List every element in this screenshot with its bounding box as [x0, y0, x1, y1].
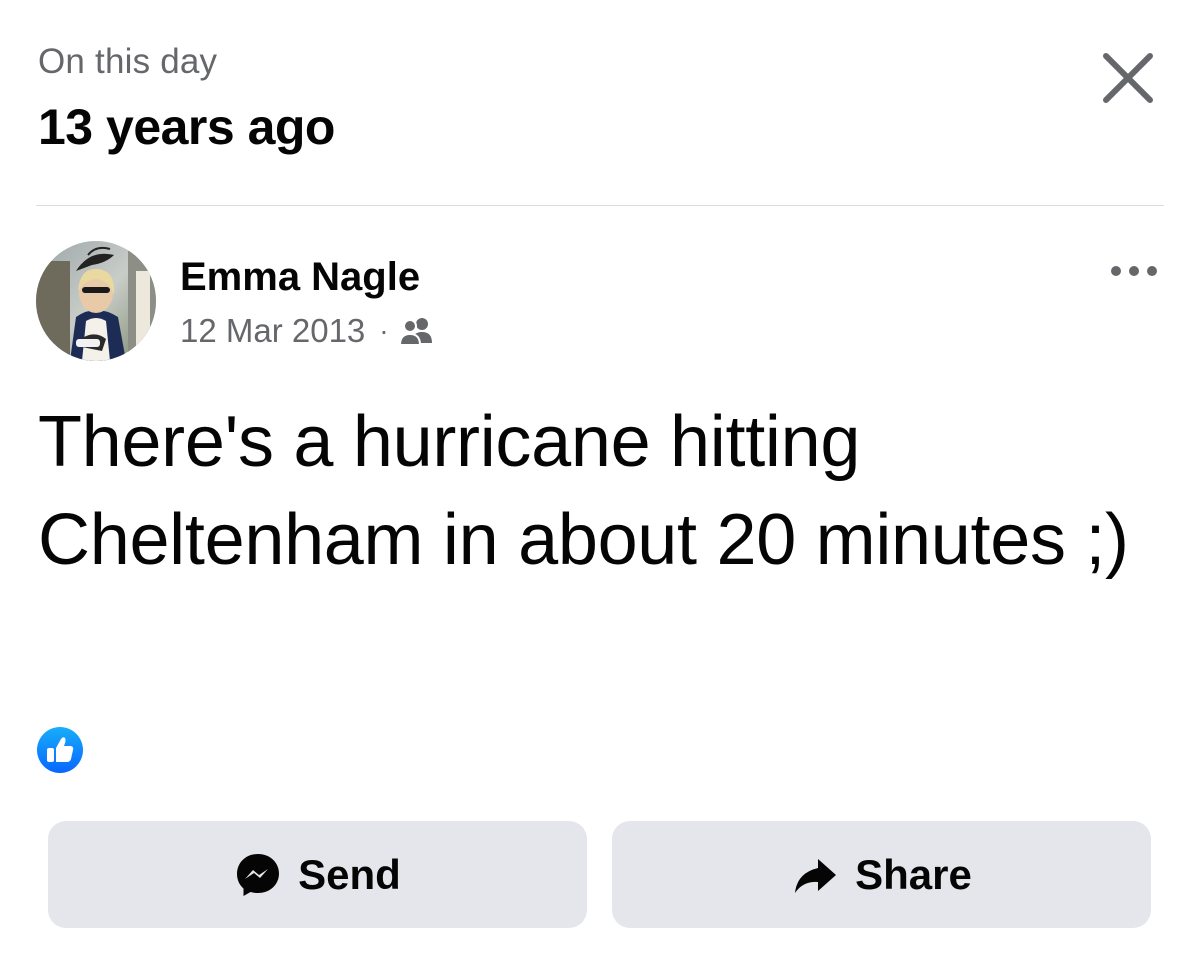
close-icon	[1103, 53, 1153, 103]
like-reaction-badge[interactable]	[36, 726, 84, 774]
header-subtitle: On this day	[38, 42, 218, 81]
close-button[interactable]	[1100, 50, 1156, 106]
more-options-button[interactable]	[1108, 256, 1160, 286]
messenger-icon	[234, 851, 282, 899]
like-icon	[37, 727, 83, 773]
author-name[interactable]: Emma Nagle	[180, 255, 420, 300]
avatar[interactable]	[36, 241, 156, 361]
header-title: 13 years ago	[38, 99, 335, 155]
post-date[interactable]: 12 Mar 2013	[180, 312, 365, 350]
share-icon	[791, 851, 839, 899]
avatar-photo	[36, 241, 156, 361]
more-icon	[1111, 266, 1157, 276]
friends-icon[interactable]	[398, 315, 435, 347]
send-label: Send	[298, 850, 401, 898]
header-divider	[36, 205, 1164, 206]
post-meta: 12 Mar 2013 ·	[180, 309, 435, 353]
meta-separator: ·	[379, 315, 389, 346]
share-label: Share	[855, 850, 972, 898]
post-text: There's a hurricane hitting Cheltenham i…	[38, 402, 1129, 580]
share-button[interactable]: Share	[612, 821, 1151, 928]
send-button[interactable]: Send	[48, 821, 587, 928]
memory-card: On this day 13 years ago Emma Nagle 12 M…	[0, 0, 1200, 968]
